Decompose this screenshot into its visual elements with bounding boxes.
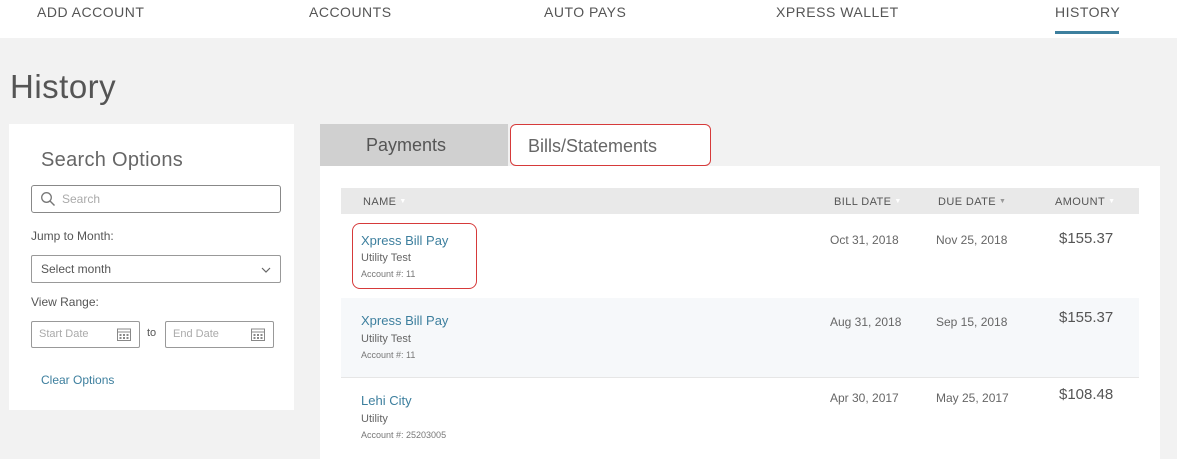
column-bill-date[interactable]: BILL DATE ▼ xyxy=(834,196,902,208)
nav-active-indicator xyxy=(1055,31,1119,34)
page-title: History xyxy=(10,68,117,105)
sort-caret-icon: ▼ xyxy=(999,198,1007,205)
bill-name-link[interactable]: Lehi City xyxy=(361,393,412,408)
bill-date: Apr 30, 2017 xyxy=(830,391,899,405)
sort-caret-icon: ▼ xyxy=(399,198,407,205)
table-header: NAME ▼ BILL DATE ▼ DUE DATE ▼ AMOUNT ▼ xyxy=(341,188,1139,214)
tab-payments-label: Payments xyxy=(366,135,447,155)
view-range-label: View Range: xyxy=(31,295,99,309)
nav-history[interactable]: HISTORY xyxy=(1055,4,1120,20)
month-select[interactable]: Select month xyxy=(31,255,281,283)
column-due-date[interactable]: DUE DATE ▼ xyxy=(938,196,1006,208)
nav-add-account[interactable]: ADD ACCOUNT xyxy=(37,4,144,20)
start-date-field[interactable]: Start Date xyxy=(31,321,140,348)
month-select-value: Select month xyxy=(41,262,112,276)
nav-accounts[interactable]: ACCOUNTS xyxy=(309,4,392,20)
search-options-title: Search Options xyxy=(41,149,184,171)
bills-table-panel: NAME ▼ BILL DATE ▼ DUE DATE ▼ AMOUNT ▼ Xpres… xyxy=(320,166,1160,459)
search-input[interactable] xyxy=(62,189,272,209)
jump-to-month-label: Jump to Month: xyxy=(31,229,114,243)
bill-date: Oct 31, 2018 xyxy=(830,233,899,247)
bill-date: Aug 31, 2018 xyxy=(830,315,902,329)
bill-amount: $155.37 xyxy=(1059,230,1114,247)
end-date-field[interactable]: End Date xyxy=(165,321,274,348)
due-date: Sep 15, 2018 xyxy=(936,315,1008,329)
due-date: May 25, 2017 xyxy=(936,391,1009,405)
calendar-icon[interactable] xyxy=(251,328,265,341)
top-nav: ADD ACCOUNT ACCOUNTS AUTO PAYS XPRESS WA… xyxy=(0,0,1177,38)
search-icon xyxy=(41,192,55,206)
chevron-down-icon xyxy=(261,267,271,273)
bill-amount: $108.48 xyxy=(1059,386,1114,403)
due-date: Nov 25, 2018 xyxy=(936,233,1008,247)
bill-sub-label: Utility Test xyxy=(361,333,411,345)
clear-options-link[interactable]: Clear Options xyxy=(41,373,114,387)
tab-bills-statements[interactable]: Bills/Statements xyxy=(510,124,711,166)
highlight-outline xyxy=(352,223,477,289)
range-to-label: to xyxy=(147,327,157,339)
bill-name-link[interactable]: Xpress Bill Pay xyxy=(361,313,448,328)
column-name[interactable]: NAME ▼ xyxy=(363,196,407,208)
bill-sub-label: Utility xyxy=(361,413,388,425)
sort-caret-icon: ▼ xyxy=(894,198,902,205)
table-row: Lehi City Utility Account #: 25203005 Ap… xyxy=(341,378,1139,457)
bill-account-number: Account #: 25203005 xyxy=(361,430,447,440)
nav-xpress-wallet[interactable]: XPRESS WALLET xyxy=(776,4,899,20)
nav-auto-pays[interactable]: AUTO PAYS xyxy=(544,4,626,20)
bill-account-number: Account #: 11 xyxy=(361,350,416,360)
tab-payments[interactable]: Payments xyxy=(320,124,508,166)
start-date-placeholder: Start Date xyxy=(39,328,89,340)
table-row: Xpress Bill Pay Utility Test Account #: … xyxy=(341,298,1139,377)
column-amount[interactable]: AMOUNT ▼ xyxy=(1055,196,1115,208)
search-box[interactable] xyxy=(31,185,281,213)
calendar-icon[interactable] xyxy=(117,328,131,341)
sort-caret-icon: ▼ xyxy=(1108,198,1116,205)
tab-bills-statements-label: Bills/Statements xyxy=(528,136,658,156)
end-date-placeholder: End Date xyxy=(173,328,219,340)
bill-amount: $155.37 xyxy=(1059,309,1114,326)
search-options-panel: Search Options Jump to Month: Select mon… xyxy=(9,124,294,410)
